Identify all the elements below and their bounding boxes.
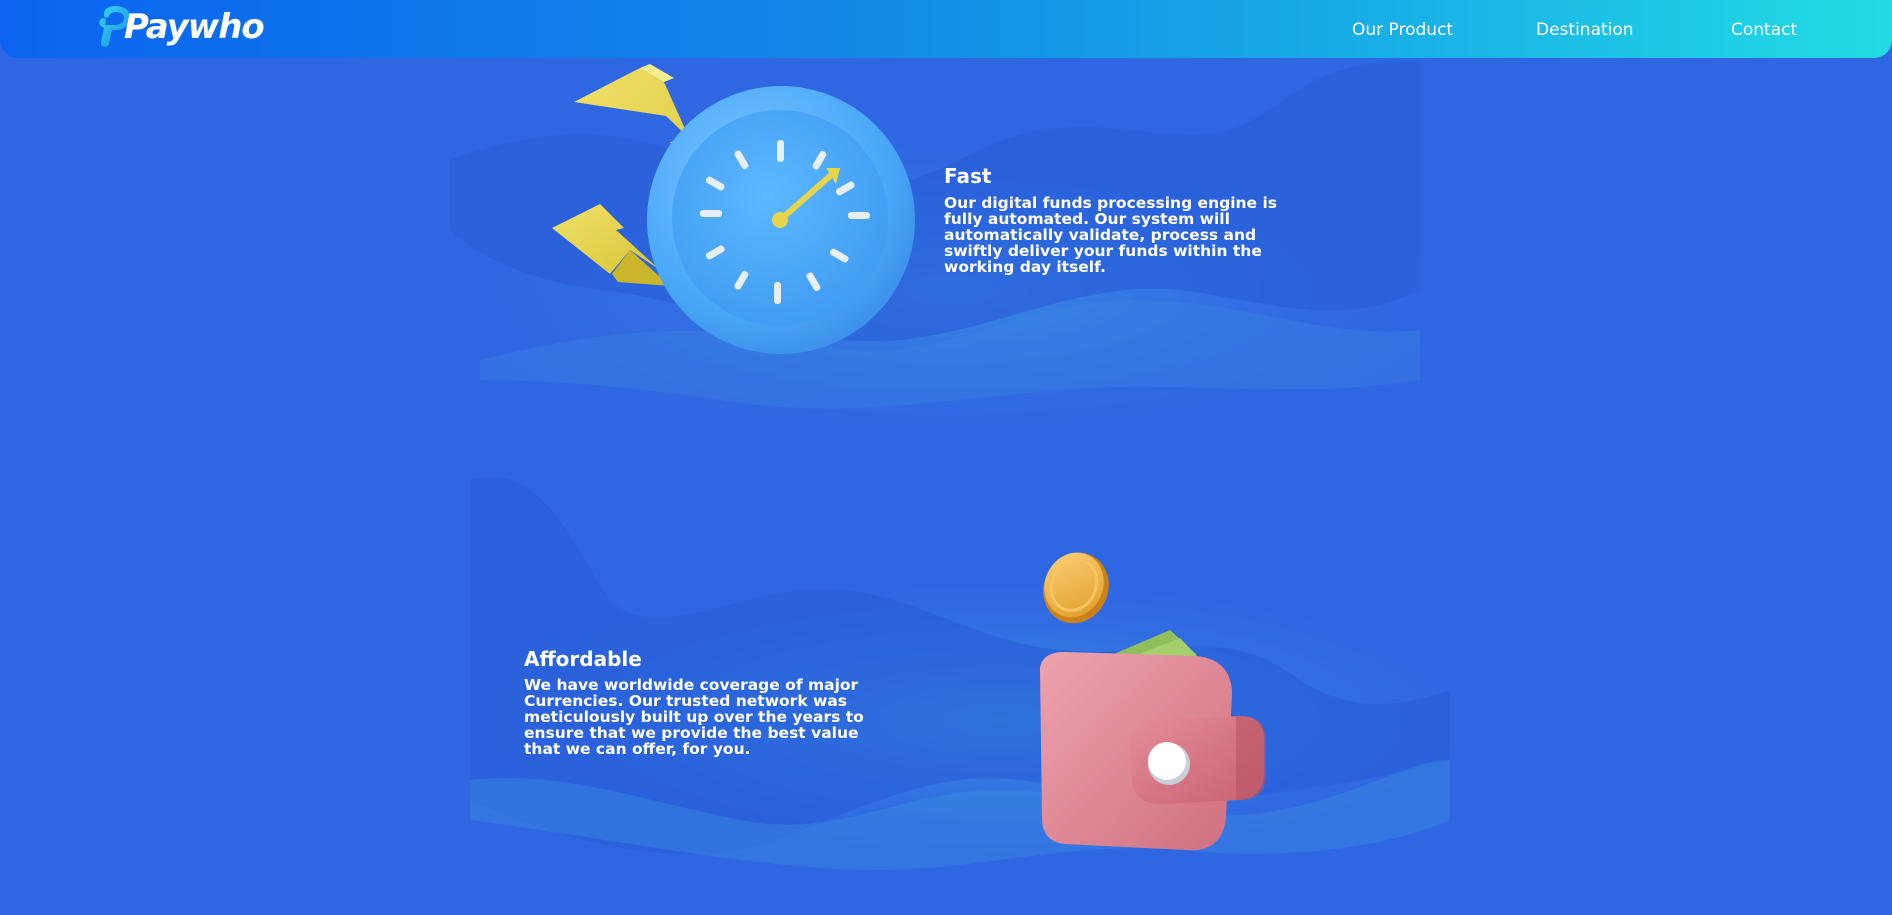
nav-our-product[interactable]: Our Product [1352, 20, 1453, 40]
top-navbar: Paywho Our Product Destination Contact [0, 0, 1892, 58]
feature-fast-title: Fast [944, 164, 992, 188]
main-nav: Our Product Destination Contact [0, 0, 1892, 58]
feature-affordable-description: We have worldwide coverage of major Curr… [524, 676, 864, 758]
wallet-coin-icon [1040, 552, 1266, 851]
nav-contact[interactable]: Contact [1731, 20, 1797, 40]
feature-affordable-title: Affordable [524, 647, 642, 671]
background-waves [390, 60, 1560, 880]
feature-fast-description: Our digital funds processing engine is f… [944, 194, 1277, 276]
clock-lightning-icon [552, 64, 915, 354]
nav-destination[interactable]: Destination [1536, 20, 1634, 40]
